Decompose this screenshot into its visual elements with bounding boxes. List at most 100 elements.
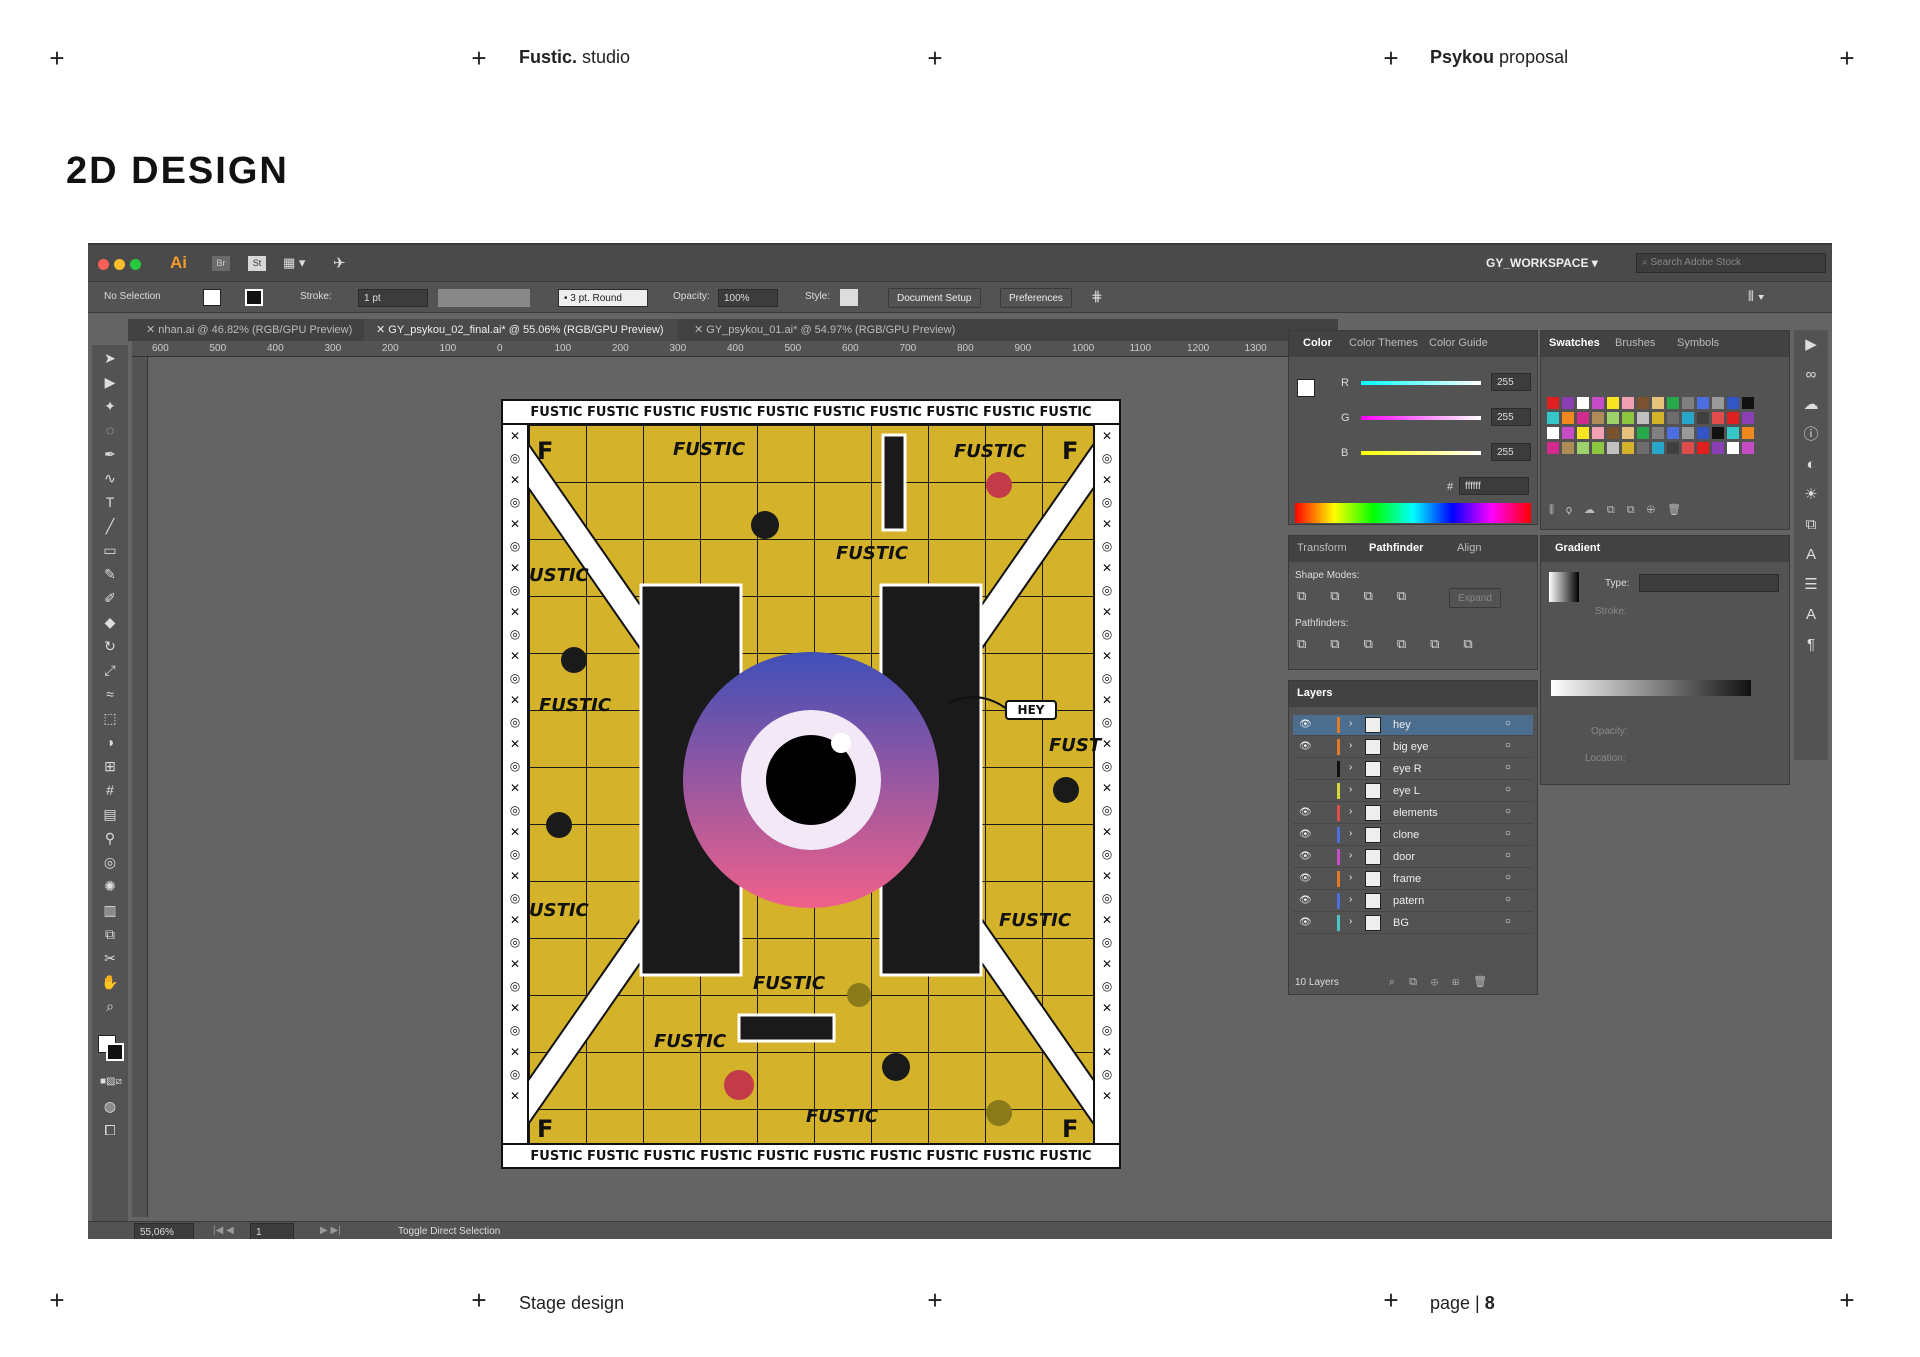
color-swatch[interactable] bbox=[1592, 397, 1604, 409]
color-swatch[interactable] bbox=[1712, 397, 1724, 409]
color-swatch[interactable] bbox=[1712, 412, 1724, 424]
zoom-window-button[interactable] bbox=[130, 259, 141, 270]
color-swatch[interactable] bbox=[1697, 397, 1709, 409]
menu-icon[interactable]: ☰ bbox=[1794, 570, 1828, 600]
gradient-slider[interactable] bbox=[1551, 680, 1751, 696]
target-circle-icon[interactable]: ○ bbox=[1505, 916, 1511, 927]
info-icon[interactable]: ⓘ bbox=[1794, 420, 1828, 450]
selection-tool-icon[interactable]: ➤ bbox=[100, 349, 120, 367]
eraser-tool-icon[interactable]: ◆ bbox=[100, 613, 120, 631]
document-tab-active[interactable]: ✕ GY_psykou_02_final.ai* @ 55.06% (RGB/G… bbox=[364, 319, 678, 341]
visibility-eye-icon[interactable]: 👁 bbox=[1299, 917, 1312, 928]
layer-row[interactable]: 👁 › patern ○ bbox=[1293, 891, 1533, 912]
color-swatch[interactable] bbox=[1607, 397, 1619, 409]
target-circle-icon[interactable]: ○ bbox=[1505, 894, 1511, 905]
fill-swatch[interactable] bbox=[203, 289, 221, 306]
color-swatch[interactable] bbox=[1727, 397, 1739, 409]
color-fill-box[interactable] bbox=[1297, 379, 1315, 397]
expand-chevron-icon[interactable]: › bbox=[1349, 850, 1352, 861]
line-tool-icon[interactable]: ╱ bbox=[100, 517, 120, 535]
color-spectrum[interactable] bbox=[1295, 503, 1531, 523]
opacity-field[interactable]: 100% bbox=[718, 289, 778, 307]
stroke-color-box[interactable] bbox=[106, 1043, 124, 1061]
layer-row[interactable]: 👁 › hey ○ bbox=[1293, 715, 1533, 736]
character-icon[interactable]: A bbox=[1794, 600, 1828, 630]
target-circle-icon[interactable]: ○ bbox=[1505, 740, 1511, 751]
close-window-button[interactable] bbox=[98, 259, 109, 270]
stroke-swatch[interactable] bbox=[245, 289, 263, 306]
color-swatch[interactable] bbox=[1577, 412, 1589, 424]
color-swatch[interactable] bbox=[1622, 412, 1634, 424]
shaper-tool-icon[interactable]: ✐ bbox=[100, 589, 120, 607]
color-swatch[interactable] bbox=[1682, 397, 1694, 409]
color-swatch[interactable] bbox=[1547, 397, 1559, 409]
b-slider[interactable] bbox=[1361, 451, 1481, 455]
eyedropper-tool-icon[interactable]: ⚲ bbox=[100, 829, 120, 847]
direct-selection-tool-icon[interactable]: ▶ bbox=[100, 373, 120, 391]
color-swatch[interactable] bbox=[1697, 427, 1709, 439]
tab-color[interactable]: Color bbox=[1303, 337, 1332, 349]
visibility-eye-icon[interactable]: 👁 bbox=[1299, 829, 1312, 840]
artboard-number-field[interactable]: 1 bbox=[250, 1223, 294, 1239]
visibility-eye-icon[interactable]: 👁 bbox=[1299, 741, 1312, 752]
expand-chevron-icon[interactable]: › bbox=[1349, 806, 1352, 817]
visibility-eye-icon[interactable]: 👁 bbox=[1299, 873, 1312, 884]
paragraph-icon[interactable]: ¶ bbox=[1794, 630, 1828, 660]
color-swatch[interactable] bbox=[1682, 442, 1694, 454]
stock-search-input[interactable]: ⌕ Search Adobe Stock bbox=[1636, 253, 1826, 273]
shape-mode-icons[interactable]: ⧉⧉⧉⧉ bbox=[1297, 588, 1430, 604]
warp-tool-icon[interactable]: ≈ bbox=[100, 685, 120, 703]
visibility-eye-icon[interactable]: 👁 bbox=[1299, 807, 1312, 818]
close-tab-icon[interactable]: ✕ bbox=[694, 324, 706, 336]
type-tool-icon[interactable]: T bbox=[100, 493, 120, 511]
layer-actions[interactable]: ⌕⧉⊕⊞🗑 bbox=[1389, 975, 1501, 989]
color-swatch[interactable] bbox=[1637, 427, 1649, 439]
visibility-eye-icon[interactable]: 👁 bbox=[1299, 895, 1312, 906]
artboard-poster[interactable]: FUSTIC FUSTIC FUSTIC FUSTIC FUSTIC FUSTI… bbox=[501, 399, 1121, 1169]
color-swatch[interactable] bbox=[1742, 397, 1754, 409]
color-swatch[interactable] bbox=[1607, 427, 1619, 439]
target-circle-icon[interactable]: ○ bbox=[1505, 828, 1511, 839]
document-tab[interactable]: ✕ GY_psykou_01.ai* @ 54.97% (RGB/GPU Pre… bbox=[682, 319, 982, 341]
color-swatch[interactable] bbox=[1622, 397, 1634, 409]
g-slider[interactable] bbox=[1361, 416, 1481, 420]
color-swatch[interactable] bbox=[1577, 442, 1589, 454]
color-swatch[interactable] bbox=[1562, 412, 1574, 424]
color-swatch[interactable] bbox=[1622, 442, 1634, 454]
document-tab[interactable]: ✕ nhan.ai @ 46.82% (RGB/GPU Preview) bbox=[134, 319, 362, 341]
color-swatch[interactable] bbox=[1727, 427, 1739, 439]
color-swatch[interactable] bbox=[1622, 427, 1634, 439]
gpu-performance-icon[interactable]: ✈ bbox=[333, 254, 346, 272]
color-swatch[interactable] bbox=[1562, 442, 1574, 454]
close-tab-icon[interactable]: ✕ bbox=[146, 324, 158, 336]
pen-tool-icon[interactable]: ✒ bbox=[100, 445, 120, 463]
target-circle-icon[interactable]: ○ bbox=[1505, 806, 1511, 817]
target-circle-icon[interactable]: ○ bbox=[1505, 784, 1511, 795]
curvature-tool-icon[interactable]: ∿ bbox=[100, 469, 120, 487]
color-swatch[interactable] bbox=[1562, 397, 1574, 409]
layer-row[interactable]: 👁 › frame ○ bbox=[1293, 869, 1533, 890]
artboard-next-icons[interactable]: ▶ ▶| bbox=[320, 1225, 341, 1236]
color-swatch[interactable] bbox=[1652, 397, 1664, 409]
color-swatch[interactable] bbox=[1562, 427, 1574, 439]
hand-tool-icon[interactable]: ✋ bbox=[100, 973, 120, 991]
layer-row[interactable]: › eye R ○ bbox=[1293, 759, 1533, 780]
screen-mode-icon[interactable]: ⧠ bbox=[100, 1121, 120, 1139]
shape-builder-tool-icon[interactable]: ◑ bbox=[100, 733, 120, 751]
tab-color-guide[interactable]: Color Guide bbox=[1429, 337, 1488, 349]
perspective-grid-tool-icon[interactable]: ⊞ bbox=[100, 757, 120, 775]
arrange-documents-icon[interactable]: ▦ ▾ bbox=[283, 255, 305, 271]
free-transform-tool-icon[interactable]: ⬚ bbox=[100, 709, 120, 727]
expand-chevron-icon[interactable]: › bbox=[1349, 916, 1352, 927]
b-value[interactable]: 255 bbox=[1491, 443, 1531, 461]
color-mode-icon[interactable]: ■▨⧄ bbox=[100, 1073, 122, 1091]
hex-field[interactable]: ffffff bbox=[1459, 477, 1529, 495]
slice-tool-icon[interactable]: ✂ bbox=[100, 949, 120, 967]
tab-symbols[interactable]: Symbols bbox=[1677, 337, 1719, 349]
zoom-field[interactable]: 55,06% bbox=[134, 1223, 194, 1239]
color-swatch[interactable] bbox=[1682, 427, 1694, 439]
cc-libraries-icon[interactable]: ☁ bbox=[1794, 390, 1828, 420]
color-swatch[interactable] bbox=[1727, 412, 1739, 424]
visibility-eye-icon[interactable]: 👁 bbox=[1299, 719, 1312, 730]
zoom-tool-icon[interactable]: ⌕ bbox=[100, 997, 120, 1015]
